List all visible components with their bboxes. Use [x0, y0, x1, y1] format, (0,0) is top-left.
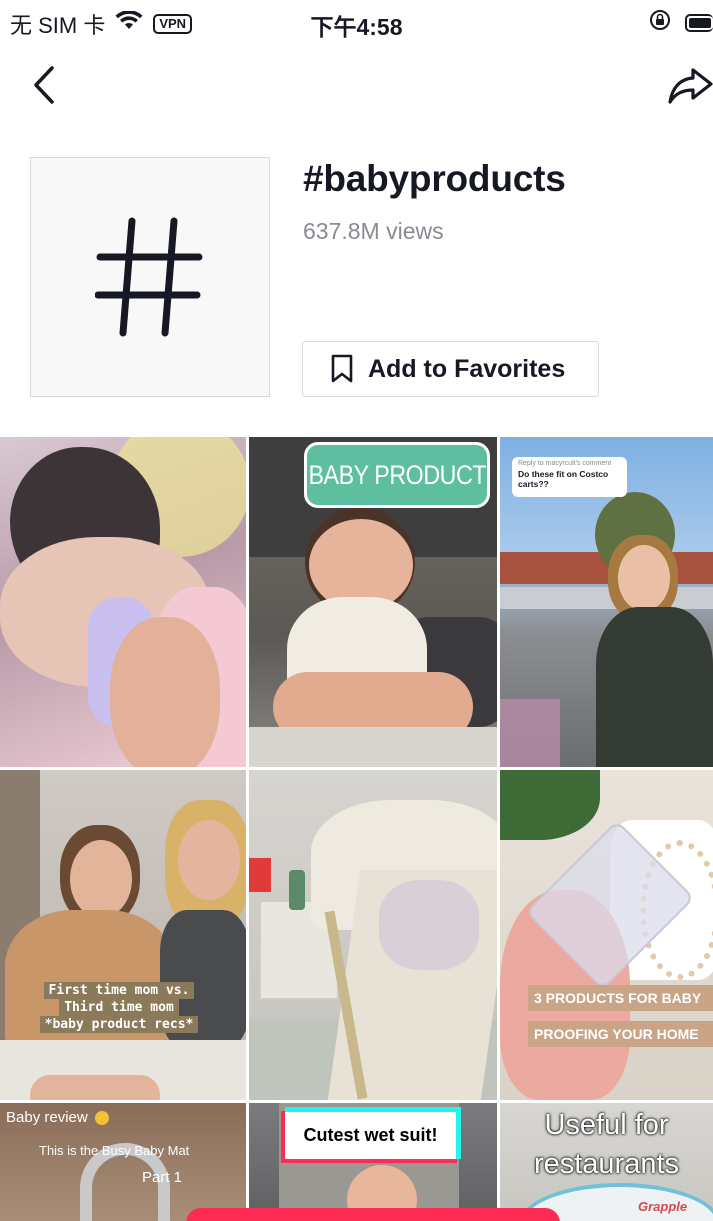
add-to-favorites-button[interactable]: Add to Favorites: [302, 341, 599, 397]
video-overlay-line-6a: 3 PRODUCTS FOR BABY: [528, 985, 713, 1011]
status-bar: 无 SIM 卡 VPN 下午4:58: [0, 0, 713, 44]
video-overlay-line-4a: First time mom vs.: [43, 982, 195, 999]
video-thumbnail-9[interactable]: Grapple Useful for restaurants: [500, 1103, 713, 1221]
brand-label-9: Grapple: [638, 1199, 688, 1214]
video-thumbnail-8[interactable]: Cutest wet suit!: [249, 1103, 497, 1221]
back-button[interactable]: [28, 62, 64, 108]
video-thumbnail-6[interactable]: 3 PRODUCTS FOR BABY PROOFING YOUR HOME: [500, 770, 713, 1100]
join-hashtag-button[interactable]: [186, 1208, 560, 1221]
video-overlay-line-4c: *baby product recs*: [39, 1016, 199, 1033]
video-thumbnail-4[interactable]: First time mom vs. Third time mom *baby …: [0, 770, 246, 1100]
video-overlay-text-2: BABY PRODUCT: [308, 459, 486, 490]
share-button[interactable]: [667, 62, 713, 108]
video-overlay-line-7a: Baby review: [6, 1109, 88, 1126]
video-overlay-line-4b: Third time mom: [59, 999, 179, 1016]
video-overlay-line-9b: restaurants: [533, 1148, 680, 1180]
bookmark-icon: [331, 354, 353, 383]
orientation-lock-icon: [649, 9, 671, 36]
video-thumbnail-5[interactable]: [249, 770, 497, 1100]
battery-icon: [685, 13, 713, 32]
view-count: 637.8M views: [303, 218, 444, 244]
video-overlay-line-7c: Part 1: [142, 1169, 183, 1186]
chevron-left-icon: [34, 66, 54, 104]
video-overlay-line-7b: This is the Busy Baby Mat: [39, 1143, 190, 1158]
video-overlay-text-3: Do these fit on Costco carts??: [518, 469, 609, 489]
video-overlay-text-8: Cutest wet suit!: [303, 1125, 438, 1145]
hashtag-cover: [30, 157, 270, 397]
reply-caption-3: Reply to macyrcult's comment: [518, 460, 612, 467]
emoji-icon: [95, 1110, 110, 1125]
video-grid: BABY PRODUCT Reply to macyrcult's commen…: [0, 437, 713, 1221]
video-thumbnail-1[interactable]: [0, 437, 246, 767]
hashtag-icon: [95, 217, 203, 337]
video-overlay-line-9a: Useful for: [544, 1109, 669, 1141]
video-overlay-line-6b: PROOFING YOUR HOME: [528, 1021, 713, 1047]
video-thumbnail-2[interactable]: BABY PRODUCT: [249, 437, 497, 767]
hashtag-title: #babyproducts: [303, 158, 566, 199]
share-arrow-icon: [668, 68, 713, 104]
video-thumbnail-7[interactable]: Baby review This is the Busy Baby Mat Pa…: [0, 1103, 246, 1221]
video-thumbnail-3[interactable]: Reply to macyrcult's comment Do these fi…: [500, 437, 713, 767]
favorites-label: Add to Favorites: [368, 354, 566, 383]
status-time: 下午4:58: [310, 14, 403, 40]
